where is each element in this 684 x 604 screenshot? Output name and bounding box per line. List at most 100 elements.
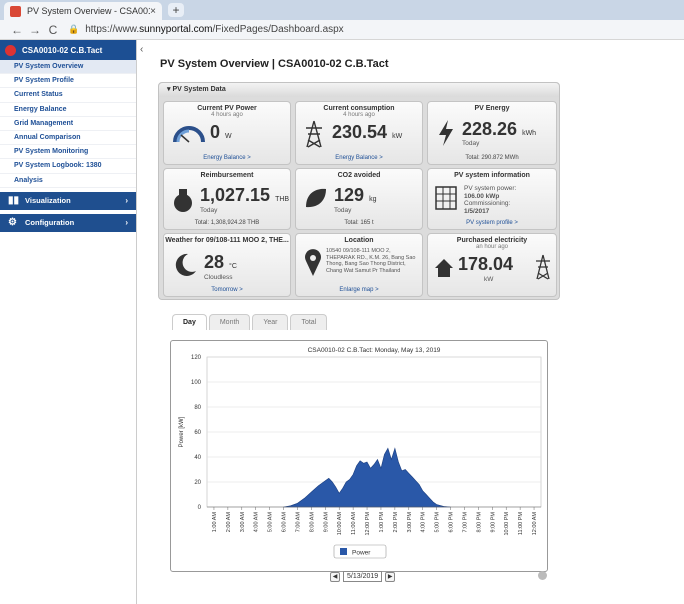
chart-title: CSA0010-02 C.B.Tact: Monday, May 13, 201… — [308, 347, 441, 354]
tab-total[interactable]: Total — [290, 314, 328, 330]
system-power-label: PV system power: — [464, 185, 517, 192]
x-tick-label: 1:00 AM — [212, 512, 218, 533]
date-field[interactable]: 5/13/2019 — [343, 571, 383, 582]
x-tick-label: 3:00 PM — [407, 512, 413, 533]
solar-panel-icon — [435, 186, 457, 210]
y-tick-label: 40 — [194, 455, 201, 461]
temperature-value: 28 — [204, 252, 225, 272]
tab-day[interactable]: Day — [172, 314, 207, 330]
y-tick-label: 0 — [198, 505, 202, 511]
pv-system-data-panel: ▾ PV System Data Current PV Power 4 hour… — [158, 82, 560, 300]
next-day-button[interactable]: ▶ — [385, 571, 396, 582]
back-icon[interactable]: ← — [8, 23, 26, 37]
tile-pv-energy: PV Energy 228.26 kWh Today Total: 290.87… — [427, 101, 557, 165]
house-icon — [435, 259, 453, 277]
tile-title: CO2 avoided — [337, 172, 381, 179]
settings-icon[interactable] — [538, 571, 547, 580]
co2-total: Total: 165 t — [344, 220, 374, 226]
x-tick-label: 3:00 AM — [240, 512, 246, 533]
energy-unit: kWh — [522, 130, 537, 137]
close-tab-icon[interactable]: × — [150, 6, 156, 17]
map-pin-icon — [305, 249, 321, 276]
sidebar-item-current-status[interactable]: Current Status — [0, 88, 136, 103]
x-tick-label: 7:00 PM — [462, 512, 468, 533]
tile-purchased-electricity: Purchased electricity an hour ago 178.04… — [427, 233, 557, 297]
money-bag-icon — [174, 189, 192, 212]
energy-balance-link[interactable]: Energy Balance > — [164, 155, 290, 161]
system-power-value: 106.00 kWp — [464, 192, 500, 200]
reload-icon[interactable]: C — [44, 23, 62, 37]
consumption-unit: kW — [392, 133, 403, 140]
commissioning-value: 1/5/2017 — [464, 207, 490, 215]
address-bar-row: ← → C 🔒 https://www. sunnyportal.com/Fixe… — [0, 20, 684, 40]
x-tick-label: 5:00 AM — [268, 512, 274, 533]
tile-current-pv-power: Current PV Power 4 hours ago 0 W Energy … — [163, 101, 291, 165]
sidebar-item-analysis[interactable]: Analysis — [0, 174, 136, 188]
favicon-icon — [10, 5, 21, 17]
tile-co2-avoided: CO2 avoided 129 kg Today Total: 165 t — [295, 168, 423, 230]
tile-title: Current PV Power — [197, 105, 257, 112]
x-tick-label: 11:00 PM — [518, 512, 524, 536]
x-tick-label: 11:00 AM — [351, 512, 357, 535]
section-label: Visualization — [25, 196, 71, 206]
sidebar-item-annual-comparison[interactable]: Annual Comparison — [0, 131, 136, 146]
tile-title: PV system information — [454, 172, 530, 179]
power-pylon-icon — [306, 120, 322, 148]
location-address: 10540 09/108-111 MOO 2, THEPARAK RD., K.… — [326, 248, 416, 274]
url-field[interactable]: 🔒 https://www. sunnyportal.com/FixedPages… — [68, 22, 684, 38]
x-tick-label: 7:00 AM — [295, 512, 301, 533]
sidebar-item-pv-system-profile[interactable]: PV System Profile — [0, 74, 136, 89]
panel-header[interactable]: ▾ PV System Data — [159, 83, 559, 97]
url-path: /FixedPages/Dashboard.aspx — [212, 24, 344, 35]
pv-power-unit: W — [225, 133, 232, 140]
tomorrow-link[interactable]: Tomorrow > — [164, 287, 290, 293]
power-chart: CSA0010-02 C.B.Tact: Monday, May 13, 201… — [170, 340, 548, 572]
y-axis-label: Power [kW] — [179, 416, 185, 447]
system-selector[interactable]: CSA0010-02 C.B.Tact — [0, 40, 136, 60]
reimbursement-value: 1,027.15 — [200, 185, 271, 205]
collapse-sidebar-icon[interactable]: ‹ — [140, 44, 143, 55]
enlarge-map-link[interactable]: Enlarge map > — [296, 287, 422, 293]
browser-tab[interactable]: PV System Overview - CSA0010- × — [4, 2, 162, 20]
previous-day-button[interactable]: ◀ — [330, 571, 340, 582]
pv-power-value: 0 — [210, 122, 221, 142]
tile-title: Current consumption — [323, 105, 395, 112]
reimbursement-total: Total: 1,308,924.28 THB — [194, 220, 260, 226]
x-tick-label: 1:00 PM — [379, 512, 385, 533]
pv-system-profile-link[interactable]: PV system profile > — [428, 220, 556, 226]
sidebar-item-logbook[interactable]: PV System Logbook: 1380 — [0, 159, 136, 174]
x-tick-label: 4:00 AM — [254, 512, 260, 533]
leaf-icon — [306, 188, 326, 208]
tab-year[interactable]: Year — [252, 314, 289, 330]
new-tab-button[interactable]: + — [168, 3, 184, 17]
tab-month[interactable]: Month — [208, 314, 251, 330]
sidebar-section-configuration[interactable]: ⚙ Configuration › — [0, 213, 136, 232]
forward-icon[interactable]: → — [26, 23, 44, 37]
x-tick-label: 4:00 PM — [421, 512, 427, 533]
tab-title: PV System Overview - CSA0010- — [27, 6, 151, 16]
lock-icon: 🔒 — [68, 24, 80, 34]
chart-tabs: Day Month Year Total — [172, 314, 329, 330]
page-title: PV System Overview | CSA0010-02 C.B.Tact — [160, 58, 389, 70]
x-tick-label: 10:00 PM — [504, 512, 510, 536]
commissioning-label: Commissioning: — [464, 200, 511, 207]
sidebar-item-energy-balance[interactable]: Energy Balance — [0, 103, 136, 117]
co2-period: Today — [334, 207, 352, 214]
tile-age: 4 hours ago — [343, 112, 375, 118]
y-tick-label: 80 — [194, 405, 201, 411]
system-name: CSA0010-02 C.B.Tact — [22, 45, 103, 55]
sidebar-item-pv-system-overview[interactable]: PV System Overview — [0, 60, 136, 75]
sidebar-item-pv-system-monitoring[interactable]: PV System Monitoring — [0, 145, 136, 160]
energy-balance-link[interactable]: Energy Balance > — [296, 155, 422, 161]
chevron-right-icon: › — [125, 196, 128, 206]
consumption-value: 230.54 — [332, 122, 388, 142]
x-tick-label: 12:00 AM — [532, 512, 538, 536]
sidebar-item-grid-management[interactable]: Grid Management — [0, 117, 136, 131]
tile-title: PV Energy — [474, 105, 510, 112]
y-tick-label: 20 — [194, 480, 201, 486]
sidebar-section-visualization[interactable]: ▮▮ Visualization › — [0, 191, 136, 210]
bar-chart-icon: ▮▮ — [8, 194, 20, 206]
co2-value: 129 — [334, 185, 365, 205]
url-domain: sunnyportal.com — [139, 24, 213, 35]
co2-unit: kg — [369, 196, 377, 203]
